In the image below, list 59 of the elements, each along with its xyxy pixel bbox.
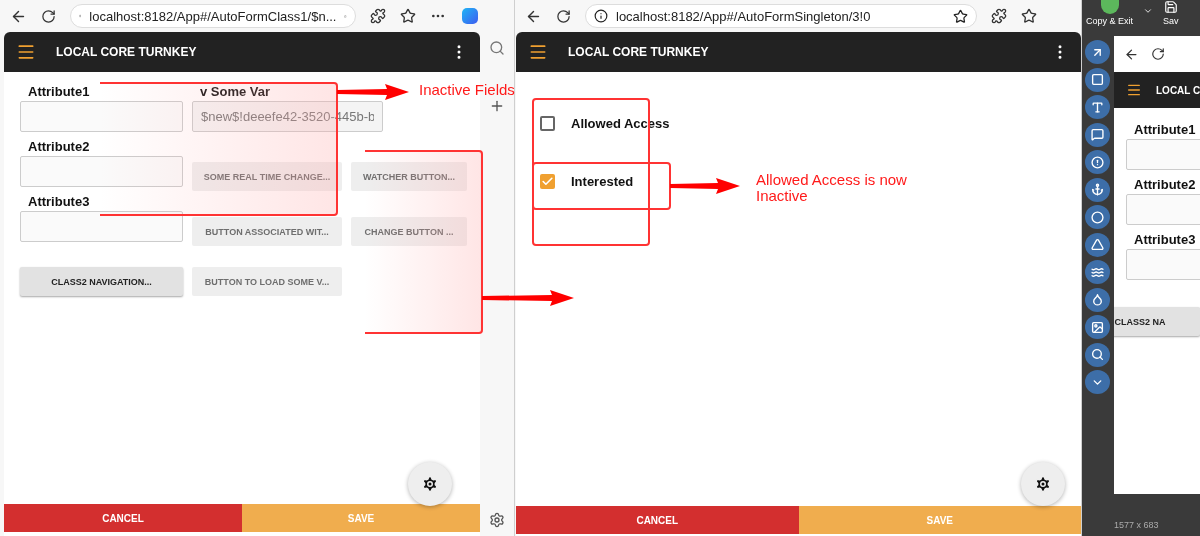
cancel-button[interactable]: CANCEL	[4, 504, 242, 532]
input-field[interactable]	[20, 101, 183, 132]
back-icon[interactable]	[1124, 46, 1139, 62]
ellipse-icon[interactable]	[1084, 205, 1110, 229]
reload-icon[interactable]	[556, 8, 571, 24]
address-bar[interactable]: localhost:8182/App#/AutoFormSingleton/3!0	[585, 4, 977, 28]
alert-icon[interactable]	[1084, 150, 1110, 174]
anchor-icon[interactable]	[1084, 177, 1110, 202]
save-button[interactable]: Sav	[1159, 0, 1183, 26]
reload-icon[interactable]	[41, 8, 56, 24]
field-label: Attribute1	[28, 84, 90, 98]
settings-icon	[1034, 475, 1052, 493]
save-icon	[1163, 0, 1178, 14]
wave-icon[interactable]	[1084, 260, 1110, 284]
image-icon[interactable]	[1084, 315, 1110, 339]
copy-exit-button[interactable]: Copy & Exit	[1082, 0, 1138, 26]
callout-icon[interactable]	[1084, 122, 1110, 147]
field-label: Attribute1	[1134, 122, 1196, 136]
field-label: Attribute3	[1134, 232, 1196, 246]
address-bar[interactable]: localhost:8182/App#/AutoFormClass1/$n...	[70, 4, 356, 28]
settings-icon	[421, 475, 439, 493]
plus-icon[interactable]	[489, 98, 505, 114]
extensions-icon[interactable]	[991, 8, 1007, 24]
menu-icon[interactable]	[528, 42, 548, 62]
search-icon[interactable]	[1084, 342, 1110, 367]
copilot-icon[interactable]	[460, 6, 480, 26]
app-title: LOCAL CORE TURNKEY	[568, 45, 710, 59]
arrow	[670, 178, 740, 194]
settings-icon[interactable]	[489, 512, 505, 528]
input-field[interactable]	[20, 156, 183, 187]
caret-icon[interactable]	[1084, 370, 1110, 394]
field-label: v Some Var	[200, 84, 271, 98]
menu-icon	[1126, 82, 1142, 98]
annotation-text: Allowed Access is now Inactive	[756, 172, 908, 204]
image-size-label: 1577 x 683	[1113, 520, 1160, 532]
annotation-text: Inactive Fields	[419, 82, 515, 98]
extensions-icon[interactable]	[370, 8, 386, 24]
form-button[interactable]: CLASS2 NA	[1114, 307, 1200, 336]
menu-icon[interactable]	[16, 42, 36, 62]
checkbox-label: Interested	[571, 173, 634, 189]
caret-icon[interactable]	[1143, 6, 1154, 16]
form-button[interactable]: CLASS2 NAVIGATION...	[20, 267, 183, 296]
checkbox[interactable]	[540, 173, 555, 189]
app-title: LOCAL CORE TURNKEY	[56, 45, 198, 59]
field-label: Attribute3	[28, 194, 90, 208]
reload-icon[interactable]	[1151, 47, 1165, 61]
settings-button[interactable]	[1021, 462, 1065, 506]
favorites-icon[interactable]	[400, 8, 416, 24]
settings-button[interactable]	[408, 462, 452, 506]
arrow	[337, 84, 409, 100]
text-icon[interactable]	[1084, 95, 1110, 119]
cancel-button[interactable]: CANCEL	[516, 506, 799, 534]
checkbox[interactable]	[540, 115, 555, 131]
field-label: Attribute2	[28, 139, 90, 153]
input-field[interactable]	[20, 211, 183, 242]
field-label: Attribute2	[1134, 177, 1196, 191]
favorites-icon[interactable]	[1021, 8, 1037, 24]
app-title: LOCAL C	[1156, 84, 1200, 96]
droplet-icon[interactable]	[1084, 287, 1110, 312]
